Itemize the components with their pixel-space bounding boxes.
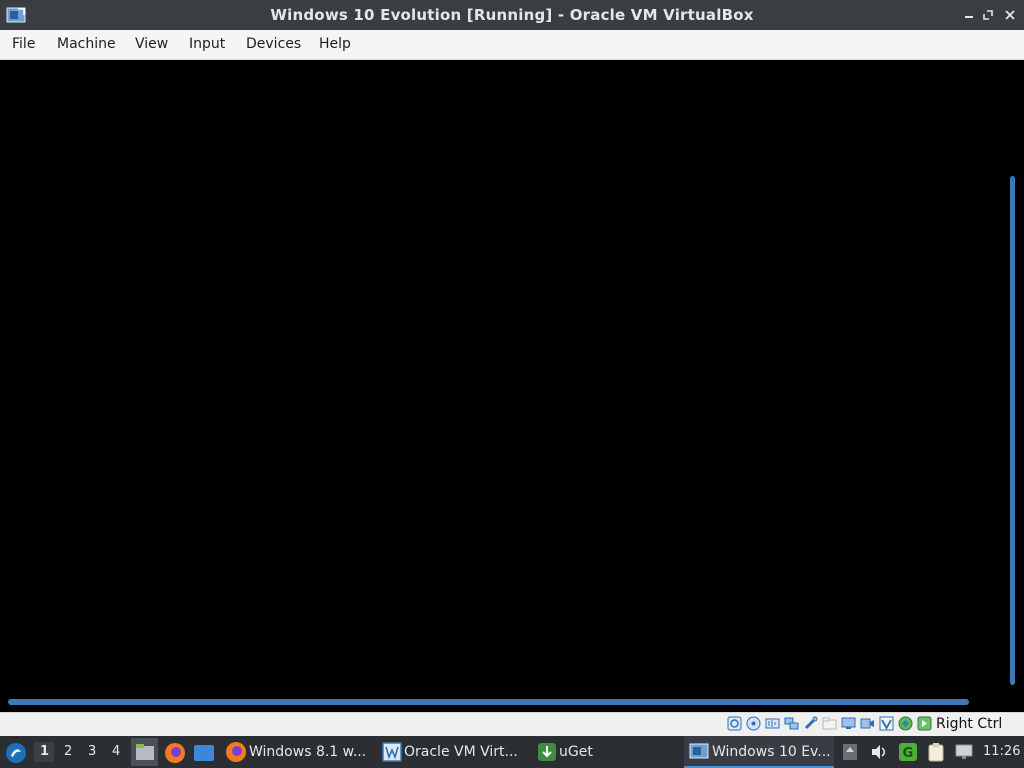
menu-devices[interactable]: Devices <box>246 36 301 52</box>
window-title: Windows 10 Evolution [Running] - Oracle … <box>270 6 754 24</box>
task-label: Windows 8.1 w... <box>249 744 367 760</box>
menu-view[interactable]: View <box>135 36 168 52</box>
vm-status-bar: Right Ctrl <box>0 712 1024 736</box>
start-menu-icon[interactable] <box>5 742 27 764</box>
desktop-launcher-icon[interactable] <box>193 744 215 762</box>
shared-folders-icon[interactable] <box>822 716 837 731</box>
workspace-1-label: 1 <box>40 744 50 759</box>
workspace-3-button[interactable]: 3 <box>88 744 96 759</box>
virtualbox-icon <box>689 743 709 759</box>
window-titlebar[interactable]: Windows 10 Evolution [Running] - Oracle … <box>0 0 1024 30</box>
network-icon[interactable] <box>784 716 799 731</box>
svg-text:G: G <box>903 746 914 761</box>
task-label: Oracle VM Virt... <box>404 744 518 760</box>
video-capture-icon[interactable] <box>860 716 875 731</box>
host-key-label: Right Ctrl <box>936 716 1003 732</box>
menu-help[interactable]: Help <box>319 36 351 52</box>
horizontal-scrollbar[interactable] <box>8 699 969 705</box>
usb-icon[interactable] <box>803 716 818 731</box>
folder-icon <box>136 744 154 760</box>
close-icon <box>1005 10 1015 20</box>
uget-icon <box>538 743 556 761</box>
task-label: uGet <box>559 744 593 760</box>
minimize-icon <box>965 16 973 18</box>
firefox-icon <box>226 742 246 762</box>
display-icon[interactable] <box>841 716 856 731</box>
task-label: Windows 10 Ev... <box>712 744 831 760</box>
taskbar: 1 2 3 4 Windows 8.1 w... Oracle VM Virt.… <box>0 736 1024 768</box>
menu-bar: File Machine View Input Devices Help <box>0 30 1024 60</box>
tray-updates-icon[interactable] <box>840 742 860 762</box>
guest-additions-icon[interactable] <box>898 716 913 731</box>
firefox-launcher-icon[interactable] <box>164 742 186 764</box>
hard-disk-icon[interactable] <box>727 716 742 731</box>
clipboard-icon[interactable] <box>926 742 946 762</box>
vertical-scrollbar[interactable] <box>1010 176 1015 685</box>
uget-tray-icon[interactable]: G <box>898 742 918 762</box>
minimize-button[interactable] <box>960 6 978 24</box>
workspace-4-button[interactable]: 4 <box>112 744 120 759</box>
task-oracle-vm-virtualbox[interactable]: Oracle VM Virt... <box>379 736 529 768</box>
workspace-2-button[interactable]: 2 <box>64 744 72 759</box>
task-windows-81[interactable]: Windows 8.1 w... <box>222 736 372 768</box>
restore-icon <box>983 10 993 20</box>
file-manager-launcher[interactable] <box>131 738 158 766</box>
virtualization-icon[interactable] <box>879 716 894 731</box>
volume-icon[interactable] <box>869 742 889 762</box>
task-uget[interactable]: uGet <box>534 736 614 768</box>
audio-icon[interactable] <box>765 716 780 731</box>
menu-machine[interactable]: Machine <box>57 36 116 52</box>
mouse-integration-icon[interactable] <box>917 716 932 731</box>
task-windows-10-evolution[interactable]: Windows 10 Ev... <box>684 736 834 768</box>
optical-drive-icon[interactable] <box>746 716 761 731</box>
network-tray-icon[interactable] <box>954 742 974 762</box>
vm-display[interactable] <box>2 60 1022 712</box>
menu-file[interactable]: File <box>12 36 35 52</box>
workspace-1-button[interactable]: 1 <box>34 742 54 762</box>
clock[interactable]: 11:26 <box>983 744 1020 759</box>
virtualbox-manager-icon <box>382 742 402 762</box>
menu-input[interactable]: Input <box>189 36 225 52</box>
close-button[interactable] <box>1001 6 1019 24</box>
restore-button[interactable] <box>979 6 997 24</box>
